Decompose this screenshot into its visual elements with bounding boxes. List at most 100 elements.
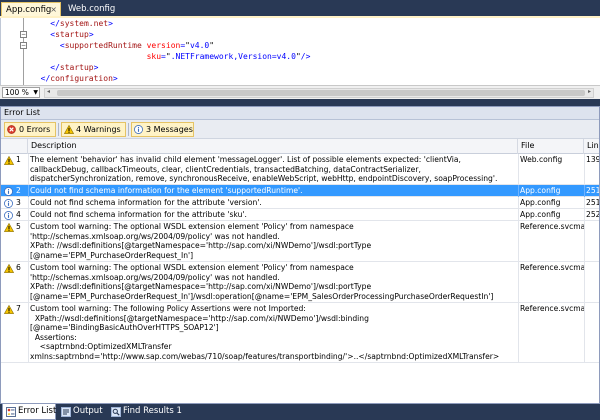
header-line[interactable]: Line — [584, 139, 599, 154]
tool-window-tabs: Error List Output Find Results 1 — [0, 404, 600, 420]
messages-filter-button[interactable]: 3 Messages — [131, 122, 194, 137]
code-line[interactable]: <startup> — [31, 29, 310, 40]
column-divider — [518, 197, 519, 209]
row-file: App.config — [520, 198, 561, 207]
errors-filter-button[interactable]: 0 Errors — [4, 122, 56, 137]
row-line — [584, 221, 599, 223]
code-token: < — [31, 41, 65, 50]
column-divider — [518, 185, 519, 197]
row-number: 3 — [16, 198, 21, 207]
horizontal-scrollbar[interactable]: ◂ ▸ — [44, 88, 594, 98]
code-line[interactable]: sku=".NETFramework,Version=v4.0"/> — [31, 51, 311, 62]
scroll-left-icon[interactable]: ◂ — [47, 88, 50, 95]
table-row[interactable]: 2 Could not find schema information for t… — [1, 185, 600, 197]
error-list-pane: Error List 0 Errors 4 Warnings 3 Message… — [0, 106, 600, 404]
collapse-icon[interactable]: − — [20, 42, 27, 49]
row-line: 251 — [586, 186, 600, 195]
tab-label: Web.config — [68, 4, 116, 14]
close-icon[interactable]: × — [50, 3, 57, 17]
row-number: 2 — [16, 186, 21, 195]
tab-label: Find Results 1 — [123, 406, 182, 416]
row-description: Could not find schema information for th… — [30, 210, 247, 219]
code-token: > — [108, 19, 113, 28]
header-file[interactable]: File — [518, 139, 584, 154]
column-divider — [518, 303, 519, 363]
pane-title: Error List — [1, 107, 599, 120]
code-token: v4.0 — [189, 41, 210, 50]
tab-web-config[interactable]: Web.config — [64, 2, 119, 17]
messages-count: 3 Messages — [146, 125, 193, 134]
error-icon — [7, 125, 16, 134]
warning-icon — [2, 221, 14, 233]
code-line[interactable]: <supportedRuntime version="v4.0" — [31, 40, 310, 51]
column-divider — [28, 154, 29, 185]
header-icon-number[interactable] — [1, 139, 28, 154]
output-icon — [61, 407, 71, 417]
row-file: Web.config — [520, 155, 563, 164]
column-divider — [28, 197, 29, 209]
row-file: App.config — [520, 186, 561, 195]
warning-icon — [2, 154, 14, 166]
info-icon — [2, 209, 14, 221]
column-divider — [518, 221, 519, 262]
code-text[interactable]: </system.net> <startup> <supportedRuntim… — [31, 18, 311, 84]
code-editor[interactable]: − − </system.net> <startup> <supportedRu… — [0, 18, 600, 85]
table-row[interactable]: 6 Custom tool warning: The optional WSDL … — [1, 262, 599, 303]
row-description: Custom tool warning: The optional WSDL e… — [30, 263, 494, 301]
tab-label: Error List — [18, 406, 57, 416]
tab-find-results[interactable]: Find Results 1 — [108, 404, 188, 420]
code-token: version — [146, 41, 181, 50]
zoom-value: 100 % — [5, 88, 29, 97]
row-line: 252 — [586, 210, 600, 219]
code-token: startup — [59, 63, 94, 72]
column-divider — [584, 262, 585, 303]
table-row[interactable]: 7 Custom tool warning: The following Poli… — [1, 303, 599, 363]
table-row[interactable]: 3 Could not find schema information for t… — [1, 197, 599, 209]
column-divider — [28, 262, 29, 303]
visual-studio-window: App.config × Web.config − − </system.net… — [0, 0, 600, 420]
row-number: 4 — [16, 210, 21, 219]
row-line — [584, 262, 599, 264]
column-divider — [518, 262, 519, 303]
warning-icon — [64, 125, 74, 134]
code-line[interactable]: </startup> — [31, 62, 310, 73]
chevron-down-icon: ▼ — [33, 89, 38, 96]
pane-splitter[interactable] — [0, 99, 600, 106]
find-results-icon — [111, 407, 121, 417]
code-token: > — [88, 30, 94, 39]
editor-gutter — [1, 18, 19, 85]
row-number: 7 — [16, 304, 21, 313]
code-line[interactable]: </configuration> — [31, 73, 310, 84]
tab-app-config[interactable]: App.config × — [1, 2, 61, 17]
scroll-right-icon[interactable]: ▸ — [588, 88, 591, 95]
code-token: < — [31, 30, 56, 39]
code-token: sku — [146, 52, 162, 61]
row-description: Could not find schema information for th… — [30, 186, 303, 195]
row-file: App.config — [520, 210, 561, 219]
column-divider — [28, 185, 29, 197]
code-line[interactable]: </system.net> — [31, 18, 310, 29]
code-token: </ — [31, 19, 60, 28]
tab-output[interactable]: Output — [58, 404, 106, 420]
row-line — [584, 303, 599, 305]
column-divider — [518, 209, 519, 221]
zoom-dropdown[interactable]: 100 % ▼ — [2, 87, 40, 98]
info-icon — [2, 197, 14, 209]
table-row[interactable]: 5 Custom tool warning: The optional WSDL … — [1, 221, 599, 262]
row-line: 139 — [586, 155, 600, 164]
collapse-icon[interactable]: − — [20, 31, 27, 38]
tab-label: App.config — [6, 5, 52, 15]
code-token: configuration — [50, 74, 113, 83]
column-divider — [584, 209, 585, 221]
tab-error-list[interactable]: Error List — [2, 404, 56, 420]
scrollbar-thumb[interactable] — [57, 90, 585, 96]
table-row[interactable]: 1 The element 'behavior' has invalid chil… — [1, 154, 600, 185]
column-divider — [584, 197, 585, 209]
warnings-filter-button[interactable]: 4 Warnings — [61, 122, 126, 137]
table-row[interactable]: 4 Could not find schema information for t… — [1, 209, 600, 221]
code-token: supportedRuntime — [64, 41, 142, 50]
row-description: Custom tool warning: The optional WSDL e… — [30, 222, 372, 260]
info-icon — [134, 125, 143, 134]
header-description[interactable]: Description — [28, 139, 518, 154]
